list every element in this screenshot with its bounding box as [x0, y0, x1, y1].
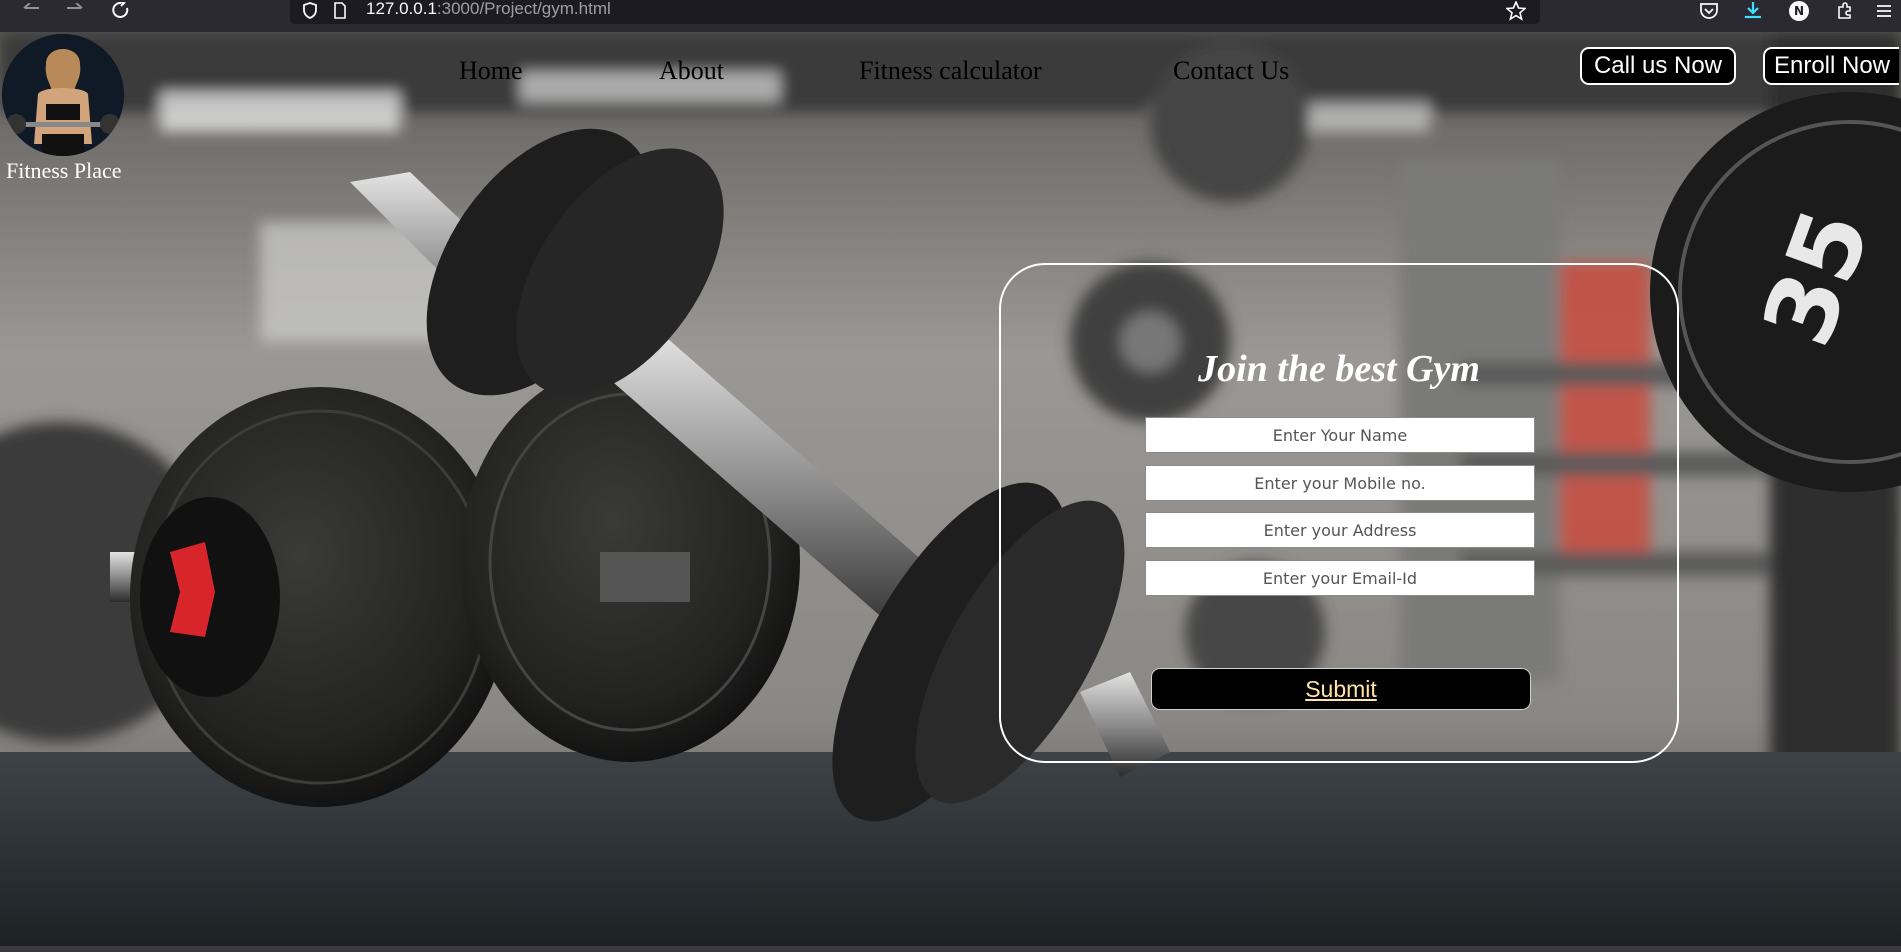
page-bottom-edge: [0, 946, 1901, 952]
profile-avatar[interactable]: N: [1786, 0, 1812, 22]
enroll-now-button[interactable]: Enroll Now: [1763, 47, 1899, 85]
page-icon: [330, 0, 350, 22]
form-title: Join the best Gym: [1198, 348, 1480, 390]
name-input[interactable]: [1145, 417, 1535, 453]
profile-initial: N: [1789, 1, 1809, 21]
pocket-icon[interactable]: [1696, 0, 1722, 22]
back-icon[interactable]: [18, 0, 44, 22]
menu-icon[interactable]: [1872, 0, 1896, 22]
shield-icon[interactable]: [298, 0, 322, 22]
browser-toolbar: 127.0.0.1:3000/Project/gym.html N: [0, 0, 1901, 32]
logo-image[interactable]: [2, 34, 124, 156]
logo-text[interactable]: Fitness Place: [6, 158, 122, 184]
nav-link-fitness-calculator[interactable]: Fitness calculator: [859, 56, 1042, 86]
fitness-woman-logo-icon: [2, 34, 124, 156]
email-input[interactable]: [1145, 560, 1535, 596]
url-text[interactable]: 127.0.0.1:3000/Project/gym.html: [366, 0, 611, 20]
call-us-button[interactable]: Call us Now: [1580, 47, 1736, 85]
download-icon[interactable]: [1740, 0, 1766, 22]
bookmark-star-icon[interactable]: [1504, 0, 1528, 22]
extensions-icon[interactable]: [1832, 0, 1858, 22]
address-input[interactable]: [1145, 512, 1535, 548]
mobile-input[interactable]: [1145, 465, 1535, 501]
join-form: Join the best Gym Submit: [999, 263, 1679, 763]
forward-icon[interactable]: [62, 0, 88, 22]
nav-link-home[interactable]: Home: [459, 56, 523, 86]
nav-link-contact-us[interactable]: Contact Us: [1173, 56, 1289, 86]
reload-icon[interactable]: [108, 0, 134, 22]
submit-button[interactable]: Submit: [1151, 668, 1531, 710]
page-viewport: 35 Fitness Place Home About Fitness calc…: [0, 32, 1901, 946]
nav-link-about[interactable]: About: [659, 56, 724, 86]
